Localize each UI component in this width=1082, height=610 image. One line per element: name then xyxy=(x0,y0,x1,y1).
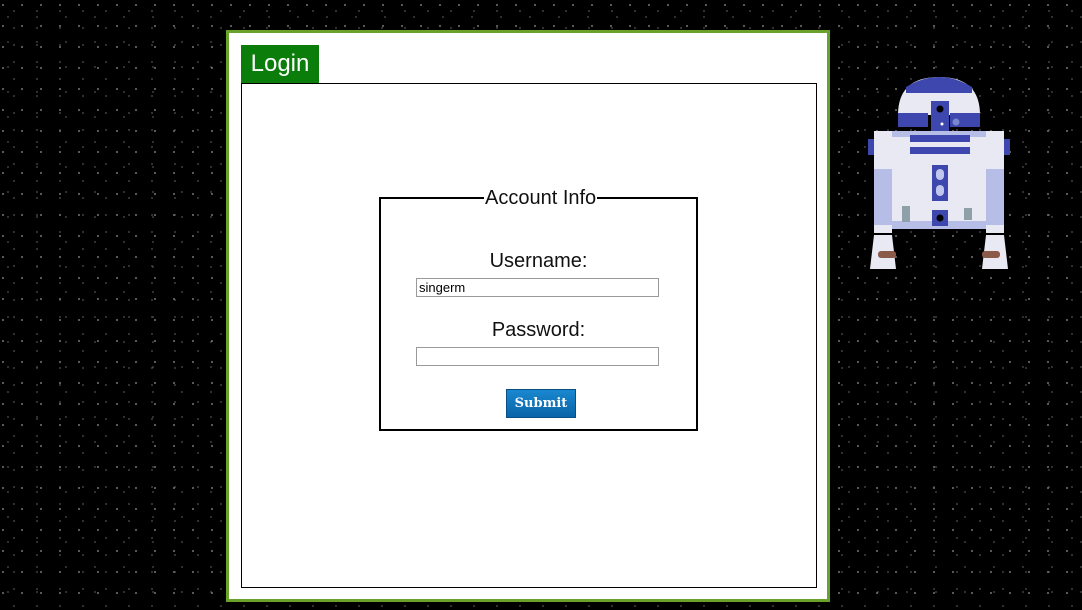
account-info-legend: Account Info xyxy=(485,187,597,209)
submit-button[interactable]: Submit xyxy=(506,389,576,418)
password-label: Password: xyxy=(491,319,586,341)
login-panel: Login Account Info Username: Password: S… xyxy=(226,30,830,602)
r2d2-icon xyxy=(866,75,1012,276)
username-input[interactable] xyxy=(416,278,659,297)
username-label: Username: xyxy=(489,250,588,272)
password-input[interactable] xyxy=(416,347,659,366)
login-tab[interactable]: Login xyxy=(241,45,319,83)
login-content: Account Info Username: Password: Submit xyxy=(241,83,817,588)
account-info-fieldset: Account Info Username: Password: Submit xyxy=(379,188,698,431)
